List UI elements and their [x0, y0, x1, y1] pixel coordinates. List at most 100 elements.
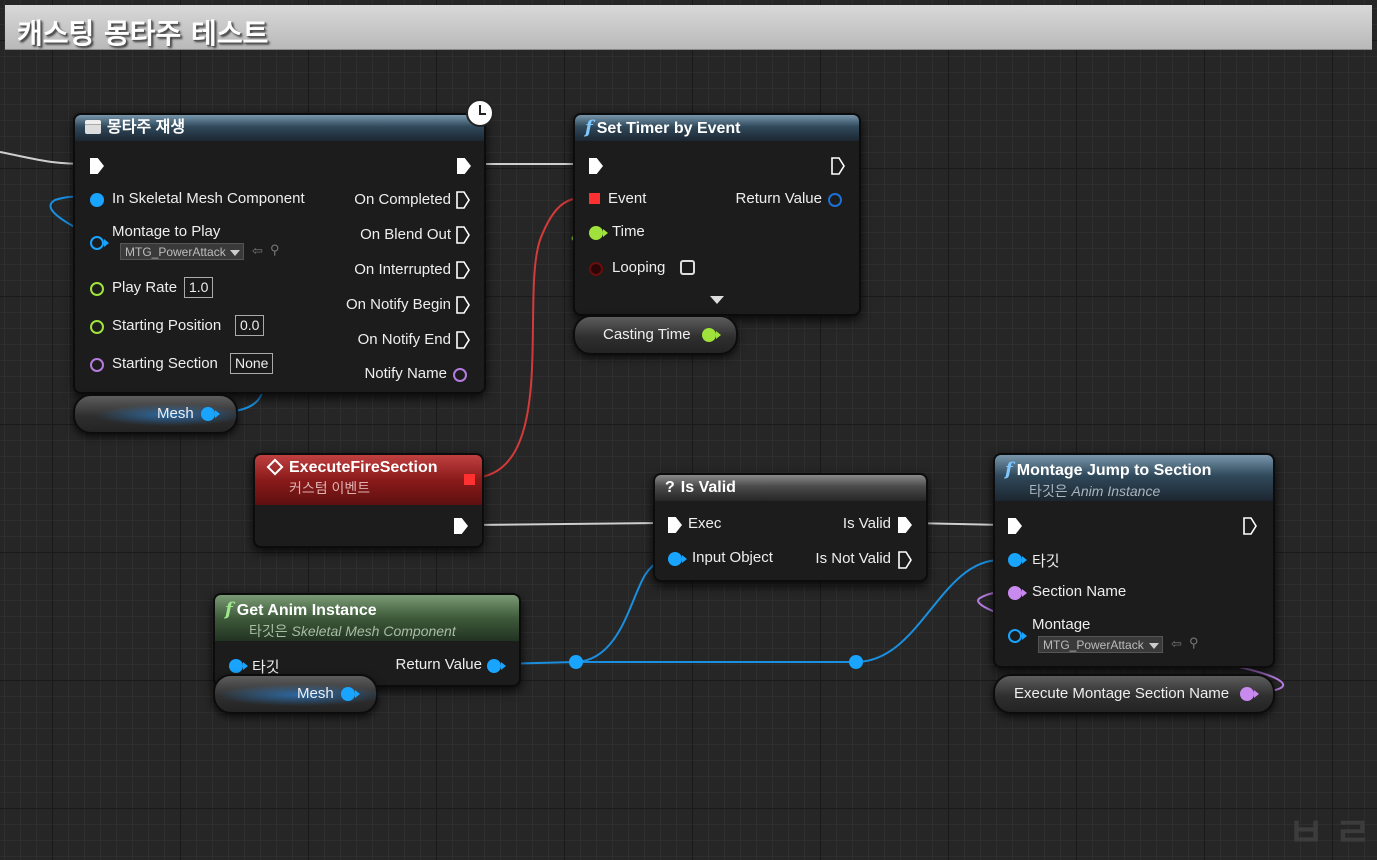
custom-event-header[interactable]: ExecuteFireSection 커스텀 이벤트: [255, 455, 482, 505]
exec-out-pin[interactable]: [831, 157, 845, 175]
starting-section-input[interactable]: None: [230, 353, 274, 374]
casting-time-variable-getter[interactable]: Casting Time: [573, 315, 738, 355]
play-montage-node[interactable]: 몽타주 재생 In Skeletal Mesh Component Montag…: [73, 113, 486, 394]
mesh-variable-getter-2[interactable]: Mesh: [213, 674, 385, 714]
is-valid-exec-out-pin[interactable]: [898, 517, 912, 533]
use-selected-arrow-icon[interactable]: ⇦: [252, 243, 263, 259]
is-not-valid-exec-out-pin[interactable]: [898, 551, 912, 569]
set-timer-header[interactable]: f Set Timer by Event: [575, 115, 859, 141]
is-valid-output-label: Is Valid: [842, 515, 891, 532]
input-object-pin[interactable]: [668, 552, 682, 566]
montage-label: Montage: [1032, 616, 1091, 633]
custom-event-node[interactable]: ExecuteFireSection 커스텀 이벤트: [253, 453, 484, 548]
is-not-valid-label: Is Not Valid: [815, 550, 891, 567]
looping-label: Looping: [612, 259, 666, 276]
comment-box-header[interactable]: 캐스팅 몽타주 테스트: [5, 5, 1372, 50]
casting-time-output-pin[interactable]: [702, 328, 716, 342]
target-pin[interactable]: [229, 659, 243, 673]
browse-magnifier-icon[interactable]: ⚲: [270, 242, 280, 258]
play-montage-header[interactable]: 몽타주 재생: [75, 115, 484, 141]
event-label: Event: [608, 190, 647, 207]
exec-in-pin[interactable]: [589, 158, 603, 174]
is-valid-node[interactable]: ? Is Valid Exec Is Valid Input Object Is …: [653, 473, 928, 582]
chevron-down-icon: [230, 250, 240, 256]
montage-jump-subtitle: 타깃은 Anim Instance: [1029, 483, 1161, 499]
target-label: 타깃: [1032, 553, 1060, 570]
get-anim-instance-subtitle: 타깃은 Skeletal Mesh Component: [249, 623, 456, 639]
get-anim-instance-title: Get Anim Instance: [236, 602, 377, 619]
on-notify-begin-exec-pin[interactable]: [456, 296, 470, 314]
function-icon: f: [225, 599, 233, 620]
section-name-variable-getter[interactable]: Execute Montage Section Name: [993, 674, 1275, 714]
montage-jump-to-section-node[interactable]: f Montage Jump to Section 타깃은 Anim Instan…: [993, 453, 1275, 668]
on-blend-out-label: On Blend Out: [360, 226, 451, 243]
looping-checkbox[interactable]: [680, 260, 695, 275]
montage-asset-dropdown[interactable]: MTG_PowerAttack: [1038, 636, 1163, 653]
set-timer-by-event-node[interactable]: f Set Timer by Event Event Return Value T…: [573, 113, 861, 316]
on-completed-label: On Completed: [354, 191, 451, 208]
is-valid-title: Is Valid: [680, 479, 736, 496]
exec-out-pin[interactable]: [457, 158, 471, 174]
exec-in-pin[interactable]: [1008, 518, 1022, 534]
event-diamond-icon: [266, 458, 284, 476]
watermark-logo: ㅂ ㄹ: [1287, 810, 1371, 856]
on-notify-end-exec-pin[interactable]: [456, 331, 470, 349]
exec-in-pin[interactable]: [90, 158, 104, 174]
section-name-label: Section Name: [1032, 583, 1127, 600]
starting-section-label: Starting Section: [112, 355, 218, 372]
get-anim-instance-node[interactable]: f Get Anim Instance 타깃은 Skeletal Mesh Com…: [213, 593, 521, 687]
skeletal-mesh-component-label: In Skeletal Mesh Component: [112, 190, 305, 207]
section-name-variable-label: Execute Montage Section Name: [1014, 685, 1230, 702]
use-selected-arrow-icon[interactable]: ⇦: [1171, 636, 1182, 652]
mesh-variable-label-2: Mesh: [297, 685, 334, 702]
starting-section-pin[interactable]: [90, 358, 104, 372]
on-interrupted-label: On Interrupted: [354, 261, 451, 278]
exec-out-pin[interactable]: [1243, 517, 1257, 535]
exec-in-pin[interactable]: [668, 517, 682, 533]
on-completed-exec-pin[interactable]: [456, 191, 470, 209]
montage-to-play-pin[interactable]: [90, 236, 104, 250]
mesh-variable-getter[interactable]: Mesh: [73, 394, 245, 434]
target-pin[interactable]: [1008, 553, 1022, 567]
custom-event-subtitle: 커스텀 이벤트: [289, 480, 371, 496]
exec-out-pin[interactable]: [454, 518, 468, 534]
return-value-label: Return Value: [395, 656, 482, 673]
montage-pin[interactable]: [1008, 629, 1022, 643]
play-rate-input[interactable]: 1.0: [184, 277, 214, 298]
return-value-pin[interactable]: [487, 659, 501, 673]
montage-jump-header[interactable]: f Montage Jump to Section 타깃은 Anim Instan…: [995, 455, 1273, 501]
function-icon: f: [1005, 459, 1013, 480]
time-pin[interactable]: [589, 226, 603, 240]
notify-name-pin[interactable]: [453, 368, 467, 382]
get-anim-instance-header[interactable]: f Get Anim Instance 타깃은 Skeletal Mesh Com…: [215, 595, 519, 641]
play-rate-label: Play Rate: [112, 279, 178, 296]
delegate-output-pin[interactable]: [464, 474, 475, 485]
starting-position-pin[interactable]: [90, 320, 104, 334]
mesh-output-pin-2[interactable]: [341, 687, 355, 701]
montage-jump-title: Montage Jump to Section: [1016, 462, 1212, 479]
play-rate-pin[interactable]: [90, 282, 104, 296]
return-value-pin[interactable]: [828, 193, 842, 207]
browse-magnifier-icon[interactable]: ⚲: [1189, 635, 1199, 651]
casting-time-label: Casting Time: [603, 326, 691, 343]
is-valid-header[interactable]: ? Is Valid: [655, 475, 926, 501]
exec-label: Exec: [688, 515, 722, 532]
event-delegate-pin[interactable]: [589, 193, 600, 204]
notify-name-label: Notify Name: [364, 365, 447, 382]
mesh-output-pin[interactable]: [201, 407, 215, 421]
latent-node-icon: [85, 120, 101, 134]
starting-position-input[interactable]: 0.0: [235, 315, 265, 336]
input-object-label: Input Object: [692, 549, 773, 566]
question-icon: ?: [665, 479, 675, 496]
function-icon: f: [585, 117, 593, 138]
expand-advanced-arrow-icon[interactable]: [710, 296, 724, 304]
skeletal-mesh-component-pin[interactable]: [90, 193, 104, 207]
on-blend-out-exec-pin[interactable]: [456, 226, 470, 244]
section-name-output-pin[interactable]: [1240, 687, 1254, 701]
section-name-pin[interactable]: [1008, 586, 1022, 600]
comment-title: 캐스팅 몽타주 테스트: [17, 17, 269, 50]
looping-pin[interactable]: [589, 262, 603, 276]
montage-asset-dropdown[interactable]: MTG_PowerAttack: [120, 243, 244, 260]
set-timer-title: Set Timer by Event: [596, 120, 741, 137]
on-interrupted-exec-pin[interactable]: [456, 261, 470, 279]
